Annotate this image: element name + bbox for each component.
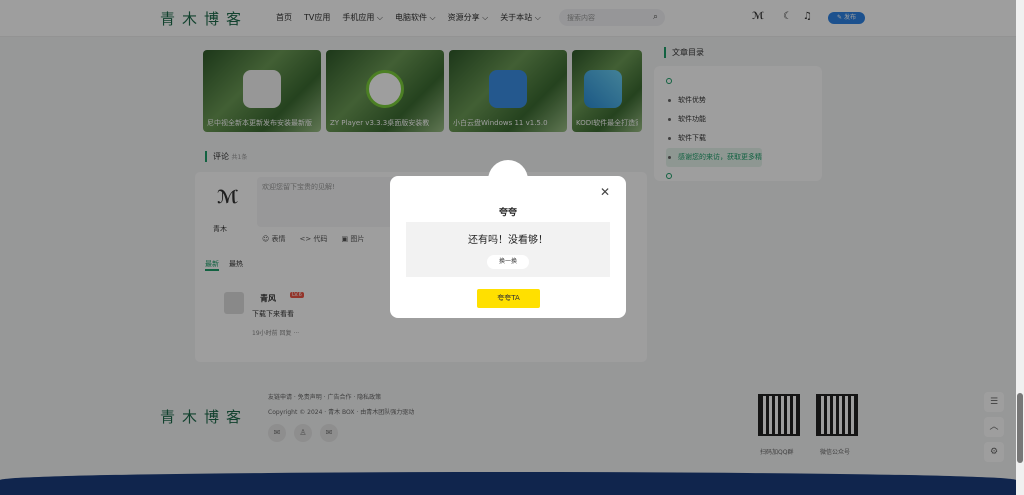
modal-title: 夸夸 xyxy=(498,208,517,218)
modal-message: 还有吗！没看够！ xyxy=(468,235,548,246)
scrollbar-thumb[interactable] xyxy=(1017,393,1023,463)
swap-button[interactable]: 换一换 xyxy=(487,255,529,269)
praise-button[interactable]: 夸夸TA xyxy=(477,289,540,308)
scrollbar[interactable] xyxy=(1016,0,1024,495)
close-icon[interactable]: ✕ xyxy=(600,185,610,199)
